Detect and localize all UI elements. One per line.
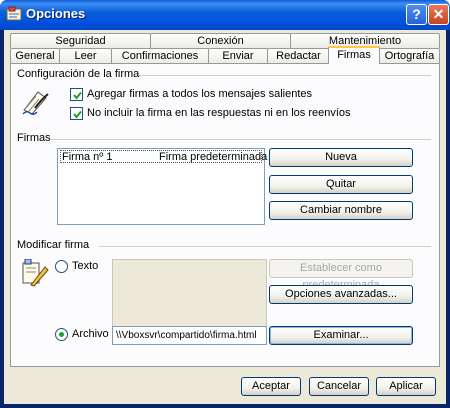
tab-confirmaciones[interactable]: Confirmaciones bbox=[111, 48, 209, 63]
browse-button[interactable]: Examinar... bbox=[269, 326, 413, 345]
signature-pen-icon bbox=[22, 91, 49, 115]
signature-file-path[interactable]: \\Vboxsvr\compartido\firma.html bbox=[112, 326, 267, 345]
archivo-radio[interactable] bbox=[55, 328, 68, 341]
tab-seguridad[interactable]: Seguridad bbox=[10, 33, 151, 48]
config-separator bbox=[139, 75, 431, 76]
tab-redactar[interactable]: Redactar bbox=[267, 48, 330, 63]
tab-row-2: General Leer Confirmaciones Enviar Redac… bbox=[10, 46, 440, 64]
set-default-button[interactable]: Establecer como predeterminada bbox=[269, 259, 413, 291]
dialog-client: Seguridad Conexión Mantenimiento General… bbox=[4, 30, 446, 404]
tab-general[interactable]: General bbox=[10, 48, 60, 63]
tab-enviar[interactable]: Enviar bbox=[208, 48, 268, 63]
rename-signature-button[interactable]: Cambiar nombre bbox=[269, 201, 413, 220]
tab-firmas[interactable]: Firmas bbox=[328, 46, 380, 64]
close-icon[interactable]: ✕ bbox=[428, 4, 449, 25]
apply-button[interactable]: Aplicar bbox=[376, 377, 436, 396]
config-legend: Configuración de la firma bbox=[17, 68, 140, 80]
accept-button[interactable]: Aceptar bbox=[241, 377, 301, 396]
options-icon bbox=[6, 6, 22, 21]
add-signature-checkbox[interactable] bbox=[70, 88, 83, 101]
list-item[interactable]: Firma nº 1 Firma predeterminada bbox=[60, 150, 267, 163]
options-dialog: Opciones ? ✕ Seguridad Conexión Mantenim… bbox=[0, 0, 450, 408]
signature-list[interactable]: Firma nº 1 Firma predeterminada bbox=[57, 148, 267, 225]
texto-label: Texto bbox=[72, 260, 99, 272]
archivo-label: Archivo bbox=[72, 328, 109, 340]
texto-radio[interactable] bbox=[55, 260, 68, 273]
advanced-options-button[interactable]: Opciones avanzadas... bbox=[269, 285, 413, 304]
firmas-legend: Firmas bbox=[17, 132, 51, 144]
remove-signature-button[interactable]: Quitar bbox=[269, 175, 413, 194]
modificar-legend: Modificar firma bbox=[17, 239, 90, 251]
signature-name: Firma nº 1 bbox=[62, 151, 113, 163]
signature-note: Firma predeterminada bbox=[159, 151, 268, 163]
firmas-separator bbox=[51, 139, 431, 140]
firmas-panel: Configuración de la firma Agregar firmas… bbox=[10, 63, 440, 367]
tab-leer[interactable]: Leer bbox=[59, 48, 112, 63]
help-icon[interactable]: ? bbox=[406, 4, 427, 25]
window-title: Opciones bbox=[26, 6, 86, 21]
cancel-button[interactable]: Cancelar bbox=[309, 377, 369, 396]
title-bar[interactable]: Opciones ? ✕ bbox=[0, 0, 450, 30]
tab-ortografia[interactable]: Ortografía bbox=[379, 48, 440, 63]
no-reply-signature-checkbox[interactable] bbox=[70, 107, 83, 120]
tab-conexion[interactable]: Conexión bbox=[150, 33, 291, 48]
add-signature-label: Agregar firmas a todos los mensajes sali… bbox=[87, 88, 312, 100]
no-reply-signature-label: No incluir la firma en las respuestas ni… bbox=[87, 107, 351, 119]
document-edit-icon bbox=[22, 259, 49, 287]
new-signature-button[interactable]: Nueva bbox=[269, 148, 413, 167]
modificar-separator bbox=[99, 246, 431, 247]
